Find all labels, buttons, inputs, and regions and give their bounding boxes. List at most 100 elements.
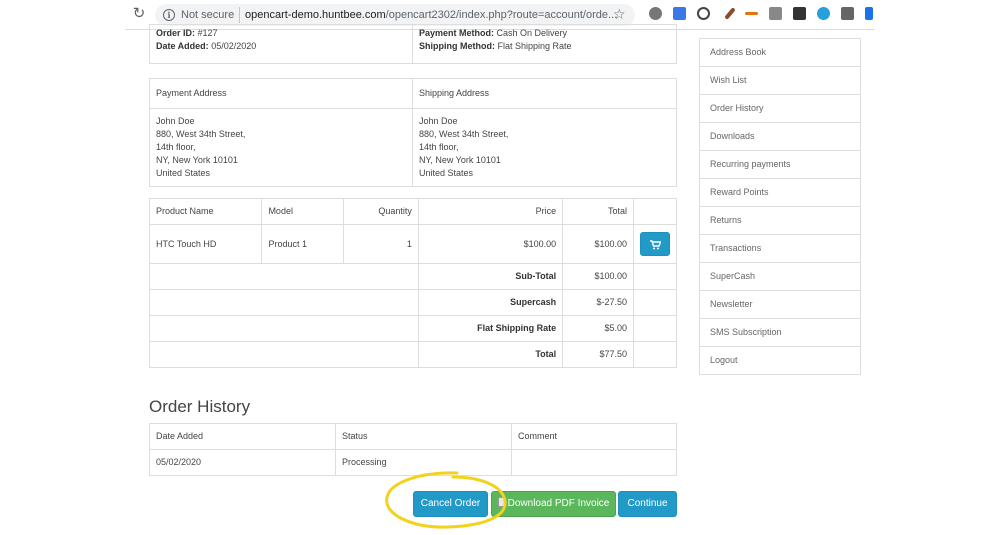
column-header: Comment <box>511 423 677 450</box>
shipping-method-label: Shipping Method: <box>419 41 495 51</box>
shipping-address: John Doe 880, West 34th Street, 14th flo… <box>412 108 677 187</box>
order-id-value: #127 <box>197 28 218 38</box>
column-header-empty <box>633 198 677 225</box>
column-header: Price <box>417 198 564 225</box>
url-divider <box>239 7 240 23</box>
address-line: 14th floor, <box>419 142 459 152</box>
extension-icon[interactable] <box>745 12 758 15</box>
order-details-table: Order ID: #127 Date Added: 05/02/2020 Pa… <box>149 24 677 64</box>
date-added-label: Date Added: <box>156 41 209 51</box>
products-table: Product Name Model Quantity Price Total … <box>148 198 677 368</box>
address-line: John Doe <box>419 116 458 126</box>
total-value: $5.00 <box>562 315 634 342</box>
sidebar-item-sms-subscription[interactable]: SMS Subscription <box>700 319 860 347</box>
extension-icon[interactable] <box>649 7 662 20</box>
code-icon[interactable] <box>769 7 782 20</box>
column-header: Model <box>261 198 345 225</box>
total-label: Flat Shipping Rate <box>477 323 557 333</box>
product-quantity: 1 <box>343 224 419 264</box>
column-header: Status <box>335 423 512 450</box>
extension-icon[interactable] <box>793 7 806 20</box>
table-row: 05/02/2020 Processing <box>149 449 677 476</box>
order-history-table: Date Added Status Comment 05/02/2020 Pro… <box>149 423 677 476</box>
product-price: $100.00 <box>417 224 564 264</box>
history-comment <box>511 449 677 476</box>
column-header: Quantity <box>343 198 419 225</box>
eyedropper-icon[interactable] <box>724 7 736 20</box>
sidebar-item-supercash[interactable]: SuperCash <box>700 263 860 291</box>
payment-address: John Doe 880, West 34th Street, 14th flo… <box>149 108 413 187</box>
sidebar-item-transactions[interactable]: Transactions <box>700 235 860 263</box>
total-label: Total <box>535 349 557 359</box>
order-method-cell: Payment Method: Cash On Delivery Shippin… <box>412 24 677 64</box>
column-header: Total <box>562 198 634 225</box>
date-added-value: 05/02/2020 <box>211 41 257 51</box>
extension-icon[interactable] <box>865 7 873 20</box>
address-table: Payment Address Shipping Address John Do… <box>149 78 677 187</box>
column-header: Product Name <box>148 198 263 225</box>
payment-method-value: Cash On Delivery <box>496 28 568 38</box>
totals-row: Sub-Total $100.00 <box>149 263 677 290</box>
bookmark-star-icon[interactable]: ☆ <box>613 6 626 23</box>
sidebar-item-order-history[interactable]: Order History <box>700 95 860 123</box>
payment-address-header: Payment Address <box>149 78 413 109</box>
sidebar-item-downloads[interactable]: Downloads <box>700 123 860 151</box>
sidebar-item-wish-list[interactable]: Wish List <box>700 67 860 95</box>
history-date: 05/02/2020 <box>149 449 336 476</box>
info-icon[interactable]: i <box>163 9 175 21</box>
table-row: HTC Touch HD Product 1 1 $100.00 $100.00 <box>148 224 677 264</box>
sidebar-item-address-book[interactable]: Address Book <box>700 39 860 67</box>
cancel-order-button[interactable]: Cancel Order <box>413 491 488 517</box>
sidebar-item-reward-points[interactable]: Reward Points <box>700 179 860 207</box>
continue-button[interactable]: Continue <box>618 491 677 517</box>
total-label: Supercash <box>510 297 557 307</box>
shopping-cart-icon <box>649 239 662 250</box>
shipping-method-value: Flat Shipping Rate <box>497 41 572 51</box>
reload-icon[interactable]: ↻ <box>131 6 147 22</box>
product-model: Product 1 <box>261 224 345 264</box>
order-history-title: Order History <box>149 397 251 416</box>
address-line: 880, West 34th Street, <box>156 129 246 139</box>
history-status: Processing <box>335 449 512 476</box>
address-line: NY, New York 10101 <box>156 155 238 165</box>
total-value: $77.50 <box>562 341 634 368</box>
extension-icon[interactable] <box>673 7 686 20</box>
sidebar-item-newsletter[interactable]: Newsletter <box>700 291 860 319</box>
url-host: opencart-demo.huntbee.com <box>245 9 386 21</box>
url-text[interactable]: opencart-demo.huntbee.com/opencart2302/i… <box>245 9 617 21</box>
sidebar-item-logout[interactable]: Logout <box>700 347 860 375</box>
totals-row: Supercash $-27.50 <box>149 289 677 316</box>
total-value: $100.00 <box>562 263 634 290</box>
reorder-button[interactable] <box>640 232 670 256</box>
url-path: /opencart2302/index.php?route=account/or… <box>385 9 618 21</box>
table-header-row: Product Name Model Quantity Price Total <box>148 198 677 225</box>
address-line: United States <box>419 168 474 178</box>
zoom-icon[interactable] <box>697 7 710 20</box>
totals-row: Flat Shipping Rate $5.00 <box>149 315 677 342</box>
sidebar-item-returns[interactable]: Returns <box>700 207 860 235</box>
account-sidebar: Address Book Wish List Order History Dow… <box>699 38 861 375</box>
download-pdf-invoice-button[interactable]: Download PDF Invoice <box>491 491 616 517</box>
product-name: HTC Touch HD <box>148 224 263 264</box>
order-id-label: Order ID: <box>156 28 196 38</box>
address-bar[interactable]: i Not secure opencart-demo.huntbee.com/o… <box>155 4 635 26</box>
extension-icon[interactable] <box>817 7 830 20</box>
pdf-file-icon <box>497 497 506 508</box>
address-line: 880, West 34th Street, <box>419 129 509 139</box>
extension-icon[interactable] <box>841 7 854 20</box>
payment-method-label: Payment Method: <box>419 28 495 38</box>
total-value: $-27.50 <box>562 289 634 316</box>
table-header-row: Date Added Status Comment <box>149 423 677 450</box>
column-header: Date Added <box>149 423 336 450</box>
address-line: NY, New York 10101 <box>419 155 501 165</box>
product-action-cell <box>633 224 677 264</box>
sidebar-item-recurring-payments[interactable]: Recurring payments <box>700 151 860 179</box>
download-pdf-label: Download PDF Invoice <box>507 498 610 509</box>
order-id-cell: Order ID: #127 Date Added: 05/02/2020 <box>149 24 413 64</box>
product-total: $100.00 <box>562 224 634 264</box>
address-line: 14th floor, <box>156 142 196 152</box>
address-line: United States <box>156 168 211 178</box>
security-label: Not secure <box>181 9 235 21</box>
totals-row: Total $77.50 <box>149 341 677 368</box>
address-line: John Doe <box>156 116 195 126</box>
